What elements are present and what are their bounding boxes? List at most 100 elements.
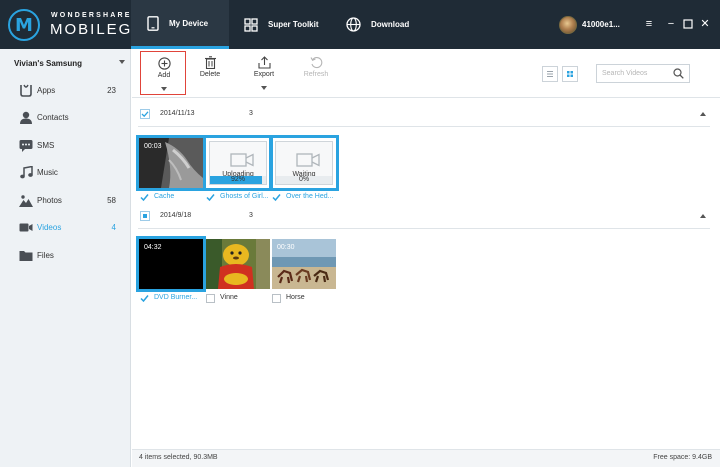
sidebar-item-label: Videos xyxy=(37,223,62,232)
minimize-icon[interactable]: − xyxy=(664,17,678,31)
video-thumbnail[interactable]: Waiting 0% xyxy=(269,135,339,191)
close-icon[interactable]: ✕ xyxy=(698,17,712,31)
check-icon[interactable] xyxy=(140,294,149,303)
avatar[interactable] xyxy=(559,16,577,34)
tab-label: My Device xyxy=(169,18,209,28)
folder-icon xyxy=(19,251,33,261)
sidebar-item-label: Apps xyxy=(37,86,56,95)
trash-icon xyxy=(205,56,216,69)
tab-label: Super Toolkit xyxy=(268,20,319,29)
video-thumbnail[interactable]: 04:32 xyxy=(136,236,206,292)
video-thumbnail[interactable]: 00:03 xyxy=(136,135,206,191)
video-caption[interactable]: Over the Hed... xyxy=(272,192,338,204)
video-caption[interactable]: Ghosts of Girl... xyxy=(206,192,272,204)
sms-icon xyxy=(19,140,33,152)
sidebar-item-contacts[interactable]: Contacts xyxy=(0,104,131,131)
video-duration: 00:03 xyxy=(144,143,162,150)
date-group-header[interactable]: 2014/9/18 3 xyxy=(138,208,710,226)
mobilego-logo: M xyxy=(8,9,40,41)
music-icon xyxy=(20,166,33,179)
sidebar-item-count: 58 xyxy=(107,196,116,205)
tab-super-toolkit[interactable]: Super Toolkit xyxy=(238,0,332,49)
video-camera-icon xyxy=(296,153,320,167)
sidebar-item-label: SMS xyxy=(37,141,55,150)
delete-button[interactable]: Delete xyxy=(187,49,233,97)
date-group-header[interactable]: 2014/11/13 3 xyxy=(138,106,710,124)
sidebar-item-sms[interactable]: SMS xyxy=(0,132,131,159)
selection-summary: 4 items selected, 90.3MB xyxy=(139,454,218,461)
group-date: 2014/11/13 xyxy=(160,110,195,117)
status-bar: 4 items selected, 90.3MB Free space: 9.4… xyxy=(132,449,720,467)
menu-icon[interactable]: ≡ xyxy=(642,17,656,31)
device-name[interactable]: Vivian's Samsung xyxy=(14,59,82,68)
video-thumbnail[interactable]: Uploading 92% xyxy=(203,135,273,191)
video-caption[interactable]: Horse xyxy=(272,293,338,305)
globe-icon xyxy=(346,17,361,32)
check-icon[interactable] xyxy=(206,193,215,202)
video-thumbnail[interactable] xyxy=(206,239,270,289)
sidebar-item-label: Contacts xyxy=(37,113,69,122)
apps-icon xyxy=(20,84,32,97)
collapse-icon[interactable] xyxy=(700,112,706,116)
sidebar-item-music[interactable]: Music xyxy=(0,159,131,186)
video-name: Horse xyxy=(286,294,305,301)
export-icon xyxy=(258,56,271,69)
sidebar-item-label: Music xyxy=(37,168,58,177)
group-checkbox[interactable] xyxy=(140,211,150,221)
check-icon xyxy=(141,111,149,118)
refresh-label: Refresh xyxy=(303,71,329,78)
chevron-down-icon[interactable] xyxy=(161,87,167,91)
sidebar-item-photos[interactable]: Photos 58 xyxy=(0,187,131,214)
export-button[interactable]: Export xyxy=(241,49,287,97)
group-count: 3 xyxy=(249,110,253,117)
sidebar-item-label: Files xyxy=(37,251,54,260)
refresh-icon xyxy=(310,57,323,69)
grid-icon xyxy=(244,17,258,32)
video-caption[interactable]: Cache xyxy=(140,192,206,204)
sidebar-item-label: Photos xyxy=(37,196,62,205)
refresh-button[interactable]: Refresh xyxy=(293,49,339,97)
video-frame-image xyxy=(206,239,270,289)
tab-download[interactable]: Download xyxy=(341,0,431,49)
progress-label: 0% xyxy=(298,176,310,183)
video-name: Cache xyxy=(154,193,175,200)
chevron-down-icon[interactable] xyxy=(261,86,267,90)
video-caption[interactable]: Vinne xyxy=(206,293,272,305)
search-input[interactable]: Search Videos xyxy=(596,64,690,83)
collapse-icon[interactable] xyxy=(700,214,706,218)
grid-view-button[interactable] xyxy=(562,66,578,82)
sidebar-item-videos[interactable]: Videos 4 xyxy=(0,214,131,241)
divider xyxy=(138,126,710,127)
toolbar: Add Delete Export Refresh Search Videos xyxy=(132,49,720,97)
phone-icon xyxy=(147,15,159,31)
video-name: DVD Burner... xyxy=(154,294,198,301)
video-name: Ghosts of Girl... xyxy=(220,193,269,200)
chevron-down-icon[interactable] xyxy=(119,60,125,64)
grid-icon xyxy=(567,71,573,77)
group-count: 3 xyxy=(249,212,253,219)
photos-icon xyxy=(19,195,33,207)
check-icon[interactable] xyxy=(272,193,281,202)
checkbox[interactable] xyxy=(206,294,215,303)
add-button[interactable]: Add xyxy=(140,51,186,95)
sidebar-item-apps[interactable]: Apps 23 xyxy=(0,77,131,104)
video-camera-icon xyxy=(230,153,254,167)
video-placeholder: Waiting 0% xyxy=(275,141,333,185)
maximize-icon[interactable] xyxy=(681,17,695,31)
checkbox[interactable] xyxy=(272,294,281,303)
video-caption[interactable]: DVD Burner... xyxy=(140,293,206,305)
video-placeholder: Uploading 92% xyxy=(209,141,267,185)
check-icon[interactable] xyxy=(140,193,149,202)
video-thumbnail[interactable]: 00:30 xyxy=(272,239,336,289)
group-date: 2014/9/18 xyxy=(160,212,192,219)
sidebar-item-files[interactable]: Files xyxy=(0,242,131,269)
list-view-button[interactable] xyxy=(542,66,558,82)
user-name[interactable]: 41000e1... xyxy=(582,20,620,29)
divider xyxy=(138,228,710,229)
tab-my-device[interactable]: My Device xyxy=(131,0,229,49)
group-checkbox[interactable] xyxy=(140,109,150,119)
video-duration: 04:32 xyxy=(144,244,162,251)
search-icon[interactable] xyxy=(673,68,684,79)
tab-label: Download xyxy=(371,20,410,29)
brand-company: WONDERSHARE xyxy=(51,12,132,19)
